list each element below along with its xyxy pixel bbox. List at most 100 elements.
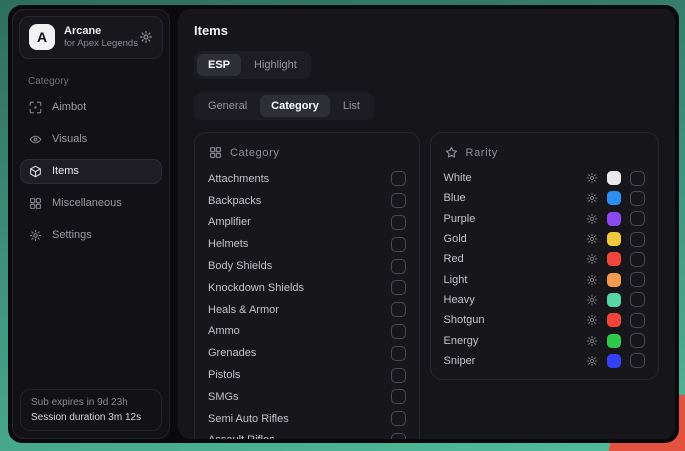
sidebar-item-visuals[interactable]: Visuals: [20, 127, 162, 152]
category-item-label: Semi Auto Rifles: [208, 413, 289, 425]
category-checkbox-ammo[interactable]: [391, 324, 406, 339]
sidebar-item-aimbot[interactable]: Aimbot: [20, 95, 162, 120]
gear-icon[interactable]: [586, 314, 598, 326]
rarity-color-swatch-purple[interactable]: [607, 212, 621, 226]
category-checkbox-assault-rifles[interactable]: [391, 433, 406, 439]
cube-icon: [29, 165, 42, 178]
category-checkbox-grenades[interactable]: [391, 346, 406, 361]
rarity-checkbox-heavy[interactable]: [630, 292, 645, 307]
rarity-color-swatch-white[interactable]: [607, 171, 621, 185]
gear-icon[interactable]: [139, 30, 153, 44]
category-row: Attachments: [208, 168, 406, 190]
category-checkbox-helmets[interactable]: [391, 237, 406, 252]
category-item-label: Attachments: [208, 173, 269, 185]
crosshair-icon: [29, 101, 42, 114]
rarity-color-swatch-red[interactable]: [607, 252, 621, 266]
rarity-item-label: Gold: [444, 233, 586, 245]
category-row: Heals & Armor: [208, 299, 406, 321]
rarity-panel-title: Rarity: [466, 147, 498, 159]
rarity-checkbox-light[interactable]: [630, 272, 645, 287]
category-row: SMGs: [208, 386, 406, 408]
gear-icon[interactable]: [586, 274, 598, 286]
gear-icon[interactable]: [586, 233, 598, 245]
rarity-color-swatch-heavy[interactable]: [607, 293, 621, 307]
rarity-checkbox-energy[interactable]: [630, 333, 645, 348]
rarity-color-swatch-light[interactable]: [607, 273, 621, 287]
gear-icon[interactable]: [586, 335, 598, 347]
category-checkbox-body-shields[interactable]: [391, 259, 406, 274]
rarity-row: White: [444, 168, 645, 188]
rarity-checkbox-purple[interactable]: [630, 211, 645, 226]
rarity-row: Sniper: [444, 351, 645, 371]
category-checkbox-heals-armor[interactable]: [391, 302, 406, 317]
rarity-color-swatch-blue[interactable]: [607, 191, 621, 205]
grid-icon: [209, 146, 222, 159]
gear-icon[interactable]: [586, 294, 598, 306]
rarity-color-swatch-shotgun[interactable]: [607, 313, 621, 327]
sidebar-item-settings[interactable]: Settings: [20, 223, 162, 248]
category-item-label: Body Shields: [208, 260, 272, 272]
sidebar-item-label: Visuals: [52, 133, 87, 145]
category-item-label: Heals & Armor: [208, 304, 279, 316]
sidebar-item-miscellaneous[interactable]: Miscellaneous: [20, 191, 162, 216]
sidebar-nav: Aimbot Visuals Items Miscellaneous Settings: [13, 92, 169, 251]
rarity-panel: Rarity WhiteBlue Purple Gold Red Light Heavy S…: [430, 132, 659, 380]
category-item-label: SMGs: [208, 391, 239, 403]
grid-icon: [29, 197, 42, 210]
tab-highlight[interactable]: Highlight: [243, 54, 308, 76]
sidebar-item-items[interactable]: Items: [20, 159, 162, 184]
rarity-checkbox-blue[interactable]: [630, 191, 645, 206]
category-checkbox-smgs[interactable]: [391, 389, 406, 404]
category-checkbox-semi-auto-rifles[interactable]: [391, 411, 406, 426]
category-checkbox-amplifier[interactable]: [391, 215, 406, 230]
tab-general[interactable]: General: [197, 95, 258, 117]
rarity-row: Heavy: [444, 290, 645, 310]
category-row: Body Shields: [208, 255, 406, 277]
rarity-row: Red: [444, 249, 645, 269]
category-item-label: Backpacks: [208, 195, 261, 207]
rarity-item-label: Energy: [444, 335, 586, 347]
tab-list[interactable]: List: [332, 95, 371, 117]
gear-icon[interactable]: [586, 253, 598, 265]
gear-icon[interactable]: [586, 192, 598, 204]
rarity-checkbox-shotgun[interactable]: [630, 313, 645, 328]
gear-icon[interactable]: [586, 172, 598, 184]
rarity-row: Light: [444, 269, 645, 289]
sidebar-item-label: Aimbot: [52, 101, 86, 113]
rarity-row: Gold: [444, 229, 645, 249]
category-panel-title: Category: [230, 147, 279, 159]
gear-icon[interactable]: [586, 355, 598, 367]
category-item-label: Knockdown Shields: [208, 282, 304, 294]
tab-esp[interactable]: ESP: [197, 54, 241, 76]
rarity-item-label: Light: [444, 274, 586, 286]
rarity-row: Blue: [444, 188, 645, 208]
rarity-color-swatch-sniper[interactable]: [607, 354, 621, 368]
gear-icon: [29, 229, 42, 242]
rarity-color-swatch-gold[interactable]: [607, 232, 621, 246]
rarity-item-label: Purple: [444, 213, 586, 225]
category-checkbox-pistols[interactable]: [391, 368, 406, 383]
mode-tabs: ESPHighlight: [194, 51, 311, 79]
category-checkbox-backpacks[interactable]: [391, 193, 406, 208]
category-item-label: Amplifier: [208, 216, 251, 228]
rarity-checkbox-gold[interactable]: [630, 232, 645, 247]
rarity-color-swatch-energy[interactable]: [607, 334, 621, 348]
category-row: Knockdown Shields: [208, 277, 406, 299]
star-icon: [445, 146, 458, 159]
rarity-row: Energy: [444, 330, 645, 350]
rarity-item-label: Sniper: [444, 355, 586, 367]
main-content: Items ESPHighlight GeneralCategoryList C…: [178, 9, 675, 439]
category-item-label: Helmets: [208, 238, 248, 250]
category-checkbox-attachments[interactable]: [391, 171, 406, 186]
session-duration-text: Session duration 3m 12s: [31, 412, 151, 423]
gear-icon[interactable]: [586, 213, 598, 225]
page-title: Items: [194, 23, 659, 38]
rarity-checkbox-red[interactable]: [630, 252, 645, 267]
category-checkbox-knockdown-shields[interactable]: [391, 280, 406, 295]
rarity-checkbox-white[interactable]: [630, 171, 645, 186]
rarity-checkbox-sniper[interactable]: [630, 353, 645, 368]
category-row: Helmets: [208, 233, 406, 255]
view-tabs: GeneralCategoryList: [194, 92, 374, 120]
tab-category[interactable]: Category: [260, 95, 330, 117]
category-row: Ammo: [208, 321, 406, 343]
